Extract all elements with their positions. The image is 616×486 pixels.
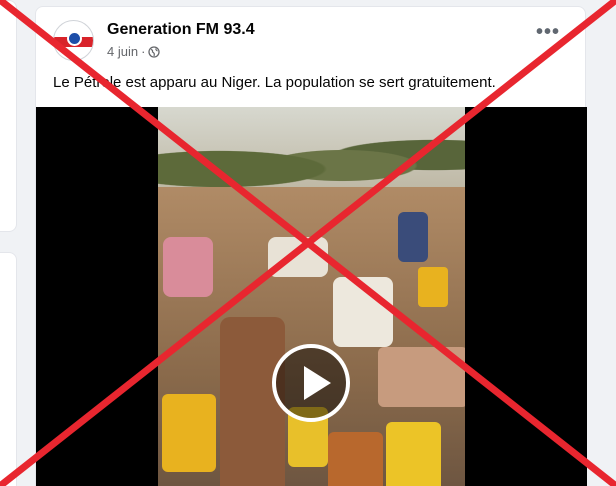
page-avatar[interactable] (53, 20, 94, 61)
side-card (0, 0, 17, 232)
post-text: Le Pétrole est apparu au Niger. La popul… (53, 74, 496, 91)
post-meta: 4 juin · (107, 44, 161, 59)
post-date[interactable]: 4 juin (107, 44, 138, 59)
post-card: Generation FM 93.4 4 juin · ••• Le Pétro… (35, 6, 587, 486)
video-frame[interactable] (158, 107, 465, 486)
logo-mark-icon (67, 31, 82, 46)
more-options-button[interactable]: ••• (536, 21, 560, 44)
page-name-link[interactable]: Generation FM 93.4 (107, 21, 255, 39)
meta-separator: · (141, 44, 146, 59)
video-container[interactable] (36, 107, 587, 486)
side-card (0, 252, 17, 486)
globe-icon (148, 45, 161, 58)
play-button[interactable] (272, 344, 350, 422)
